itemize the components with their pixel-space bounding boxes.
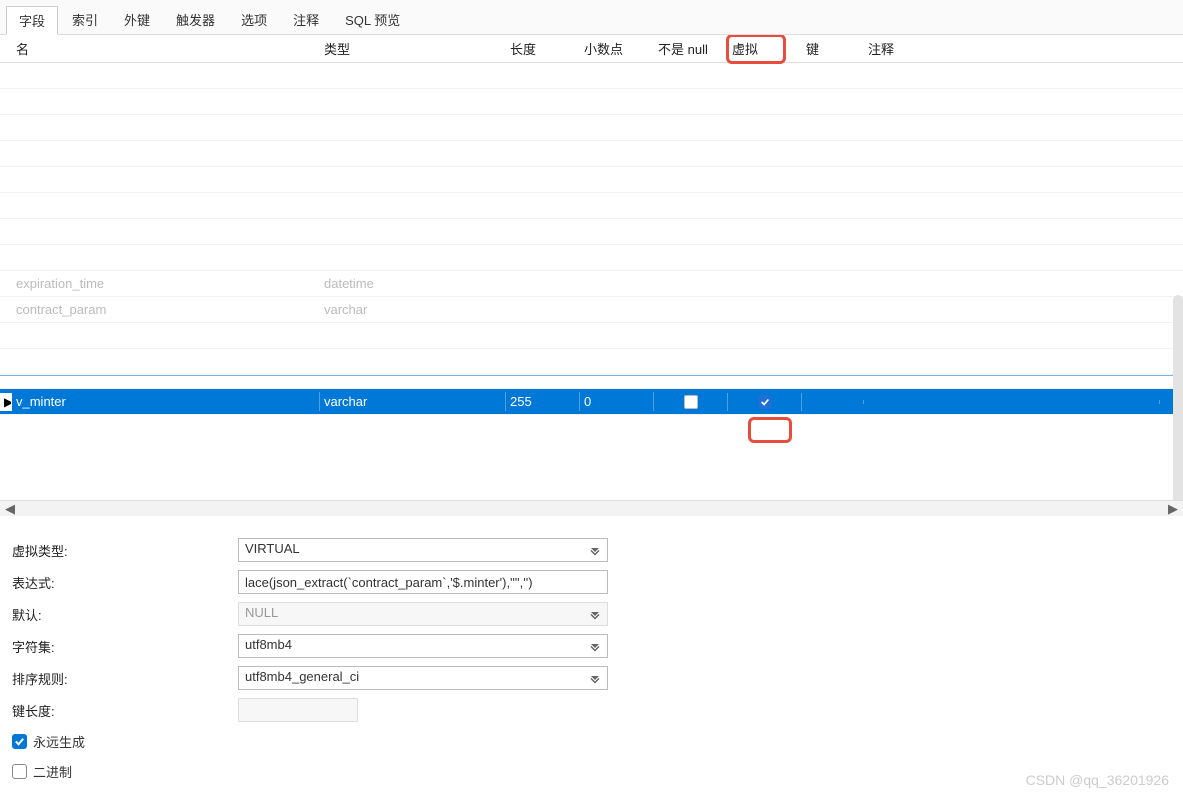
table-row[interactable]: [0, 115, 1183, 141]
tab-comment[interactable]: 注释: [281, 6, 331, 34]
properties-panel: 虚拟类型: VIRTUAL 表达式: 默认: NULL 字符集: utf8mb4…: [0, 516, 1183, 804]
col-virtual[interactable]: 虚拟: [728, 37, 802, 60]
table-row[interactable]: expiration_timedatetime: [0, 271, 1183, 297]
table-row[interactable]: [0, 63, 1183, 89]
select-collation[interactable]: utf8mb4_general_ci: [238, 666, 608, 690]
watermark: CSDN @qq_36201926: [1026, 772, 1169, 788]
table-row-selected[interactable]: ▶v_mintervarchar2550: [0, 389, 1183, 415]
fields-table: 名 类型 长度 小数点 不是 null 虚拟 键 注释 expiration_t…: [0, 35, 1183, 500]
scroll-right-icon[interactable]: ▶: [1167, 503, 1179, 515]
checkbox-virtual[interactable]: [758, 395, 772, 409]
col-key[interactable]: 键: [802, 37, 864, 60]
col-name[interactable]: 名: [12, 37, 320, 60]
checkbox-binary[interactable]: [12, 764, 27, 779]
select-charset[interactable]: utf8mb4: [238, 634, 608, 658]
col-comment[interactable]: 注释: [864, 37, 1160, 60]
table-row[interactable]: [0, 349, 1183, 375]
table-row[interactable]: [0, 167, 1183, 193]
label-always-generated: 永远生成: [33, 732, 85, 751]
table-header: 名 类型 长度 小数点 不是 null 虚拟 键 注释: [0, 35, 1183, 63]
vertical-scrollbar[interactable]: [1173, 295, 1183, 500]
tab-triggers[interactable]: 触发器: [164, 6, 227, 34]
tab-sql-preview[interactable]: SQL 预览: [333, 6, 412, 34]
tab-foreign-keys[interactable]: 外键: [112, 6, 162, 34]
horizontal-scrollbar[interactable]: ◀ ▶: [0, 500, 1183, 516]
table-row[interactable]: [0, 89, 1183, 115]
table-row[interactable]: [0, 245, 1183, 271]
table-row[interactable]: [0, 219, 1183, 245]
label-default: 默认:: [12, 605, 238, 624]
tab-bar: 字段 索引 外键 触发器 选项 注释 SQL 预览: [0, 0, 1183, 35]
select-virtual-type[interactable]: VIRTUAL: [238, 538, 608, 562]
callout-virtual-checkbox: [748, 417, 792, 443]
label-virtual-type: 虚拟类型:: [12, 541, 238, 560]
table-row[interactable]: [0, 141, 1183, 167]
tab-indexes[interactable]: 索引: [60, 6, 110, 34]
input-key-length[interactable]: [238, 698, 358, 722]
table-row[interactable]: contract_paramvarchar: [0, 297, 1183, 323]
col-length[interactable]: 长度: [506, 37, 580, 60]
col-type[interactable]: 类型: [320, 37, 506, 60]
table-body[interactable]: expiration_timedatetime contract_paramva…: [0, 63, 1183, 415]
checkbox-always-generated[interactable]: [12, 734, 27, 749]
label-collation: 排序规则:: [12, 669, 238, 688]
label-expression: 表达式:: [12, 573, 238, 592]
table-row[interactable]: [0, 193, 1183, 219]
table-row[interactable]: [0, 323, 1183, 349]
label-key-length: 键长度:: [12, 701, 238, 720]
col-decimals[interactable]: 小数点: [580, 37, 654, 60]
label-charset: 字符集:: [12, 637, 238, 656]
tab-options[interactable]: 选项: [229, 6, 279, 34]
scroll-left-icon[interactable]: ◀: [4, 503, 16, 515]
select-default[interactable]: NULL: [238, 602, 608, 626]
label-binary: 二进制: [33, 762, 72, 781]
tab-fields[interactable]: 字段: [6, 6, 58, 35]
input-expression[interactable]: [238, 570, 608, 594]
col-notnull[interactable]: 不是 null: [654, 37, 728, 60]
checkbox-notnull[interactable]: [684, 395, 698, 409]
